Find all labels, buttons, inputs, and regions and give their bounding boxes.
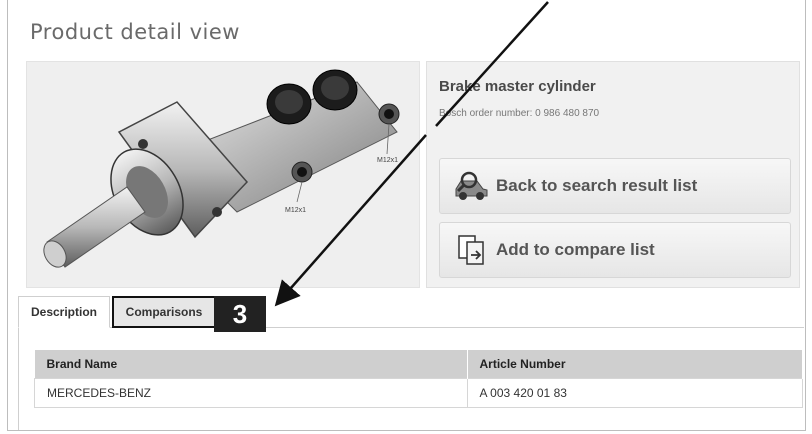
- product-info-panel: Brake master cylinder Bosch order number…: [426, 61, 800, 288]
- product-image: M12x1 M12x1: [26, 61, 420, 288]
- comparison-table: Brand Name Article Number MERCEDES-BENZ …: [34, 350, 803, 408]
- article-number-cell: A 003 420 01 83: [466, 378, 803, 408]
- table-header-row: Brand Name Article Number: [34, 350, 803, 379]
- brand-name-header: Brand Name: [34, 350, 468, 379]
- add-to-compare-label: Add to compare list: [496, 240, 655, 259]
- tab-comparisons[interactable]: Comparisons: [112, 296, 216, 328]
- back-to-search-button[interactable]: Back to search result list: [439, 158, 791, 214]
- add-to-compare-button[interactable]: Add to compare list: [439, 222, 791, 278]
- table-row: MERCEDES-BENZ A 003 420 01 83: [34, 378, 803, 408]
- brake-cylinder-image: M12x1 M12x1: [43, 69, 400, 268]
- product-name: Brake master cylinder: [439, 78, 596, 95]
- document-compare-icon: [452, 230, 492, 270]
- article-number-header: Article Number: [467, 350, 803, 379]
- order-number: Bosch order number: 0 986 480 870: [439, 108, 600, 119]
- callout-number-badge: 3: [214, 296, 266, 332]
- brand-name-cell: MERCEDES-BENZ: [34, 378, 468, 408]
- thread-label-2: M12x1: [377, 157, 398, 164]
- tabs-section: Description Comparisons Brand Name Artic…: [18, 296, 804, 430]
- tab-description[interactable]: Description: [18, 296, 110, 328]
- back-to-search-label: Back to search result list: [496, 176, 698, 195]
- thread-label-1: M12x1: [285, 207, 306, 214]
- car-search-icon: [452, 166, 492, 206]
- page-title: Product detail view: [30, 20, 240, 44]
